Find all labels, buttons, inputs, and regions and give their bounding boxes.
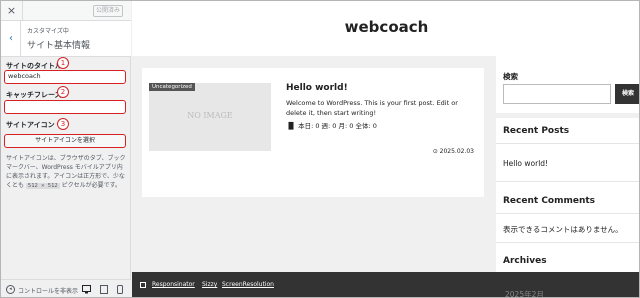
site-icon-desc-text-2: ピクセルが必要です。 <box>59 182 122 189</box>
no-image-placeholder: NO IMAGE <box>187 111 233 120</box>
section-title: サイト基本情報 <box>27 41 91 51</box>
close-icon[interactable]: × <box>1 1 23 21</box>
site-icon-description: サイトアイコンは、ブラウザのタブ、ブックマークバー、WordPress モバイル… <box>6 154 128 191</box>
screenresolution-link[interactable]: ScreenResolution <box>222 281 274 288</box>
responsive-toolbar: Responsinator Sizzy ScreenResolution <box>132 272 639 297</box>
site-title-input[interactable]: webcoach <box>4 70 126 84</box>
site-icon-size-code: 512 × 512 <box>25 183 60 189</box>
site-header: webcoach <box>132 1 639 56</box>
annotation-badge-2: 2 <box>57 86 69 98</box>
category-badge[interactable]: Uncategorized <box>149 83 195 91</box>
archive-link[interactable]: 2025年2月 <box>505 289 544 297</box>
mobile-preview-icon[interactable] <box>115 285 125 295</box>
search-button[interactable]: 検索 <box>615 84 639 104</box>
sidebar-widgets: 検索 検索 Recent Posts Hello world! Recent C… <box>496 56 639 297</box>
search-input[interactable] <box>503 84 611 104</box>
tagline-input[interactable] <box>4 100 126 114</box>
hide-controls-icon[interactable]: ◂ <box>6 285 15 294</box>
post-card[interactable]: Uncategorized NO IMAGE Hello world! Welc… <box>142 68 484 197</box>
post-stats-text: 本日: 0 週: 0 月: 0 全体: 0 <box>298 122 377 130</box>
site-title[interactable]: webcoach <box>132 18 639 36</box>
responsinator-link[interactable]: Responsinator <box>152 281 195 288</box>
back-button[interactable]: ‹ <box>1 21 21 57</box>
post-thumbnail[interactable]: Uncategorized NO IMAGE <box>149 83 271 151</box>
customizer-topbar: × 公開済み <box>1 1 131 21</box>
divider <box>496 181 639 182</box>
recent-comments-title: Recent Comments <box>503 196 596 206</box>
widgets-panel: Recent Posts Hello world! Recent Comment… <box>496 118 639 297</box>
breadcrumb: カスタマイズ中 <box>27 28 69 35</box>
section-header: ‹ カスタマイズ中 サイト基本情報 <box>1 21 131 57</box>
site-icon-label: サイトアイコン <box>6 121 55 129</box>
sizzy-link[interactable]: Sizzy <box>202 281 217 288</box>
recent-post-link[interactable]: Hello world! <box>503 159 548 168</box>
divider <box>496 213 639 214</box>
publish-button[interactable]: 公開済み <box>93 5 123 17</box>
post-excerpt: Welcome to WordPress. This is your first… <box>286 99 458 117</box>
customizer-sidebar: × 公開済み ‹ カスタマイズ中 サイト基本情報 サイトのタイトル 1 webc… <box>1 1 131 297</box>
annotation-badge-3: 3 <box>57 118 69 130</box>
annotation-badge-1: 1 <box>57 57 69 69</box>
desktop-preview-icon[interactable] <box>81 285 91 295</box>
divider <box>496 242 639 243</box>
select-site-icon-button[interactable]: サイトアイコンを選択 <box>4 134 126 148</box>
post-view-stats: ▐▌ 本日: 0 週: 0 月: 0 全体: 0 <box>286 120 377 130</box>
post-title[interactable]: Hello world! <box>286 83 348 93</box>
search-widget: 検索 検索 <box>496 56 639 113</box>
divider <box>496 143 639 144</box>
bar-chart-icon: ▐▌ <box>286 122 296 130</box>
toolbar-box-icon[interactable] <box>140 282 146 288</box>
search-widget-title: 検索 <box>503 72 518 81</box>
tablet-preview-icon[interactable] <box>99 285 109 295</box>
tagline-label: キャッチフレーズ <box>6 91 62 99</box>
site-preview: webcoach Uncategorized NO IMAGE Hello wo… <box>132 1 639 297</box>
post-date: ⊙ 2025.02.03 <box>432 148 474 155</box>
chevron-left-icon: ‹ <box>9 33 13 44</box>
archives-title: Archives <box>503 256 547 266</box>
hide-controls-label[interactable]: コントロールを非表示 <box>18 286 78 295</box>
recent-posts-title: Recent Posts <box>503 126 570 136</box>
no-comments-text: 表示できるコメントはありません。 <box>503 225 623 234</box>
customizer-window: × 公開済み ‹ カスタマイズ中 サイト基本情報 サイトのタイトル 1 webc… <box>0 0 640 298</box>
customizer-footer: ◂ コントロールを非表示 <box>1 279 131 297</box>
